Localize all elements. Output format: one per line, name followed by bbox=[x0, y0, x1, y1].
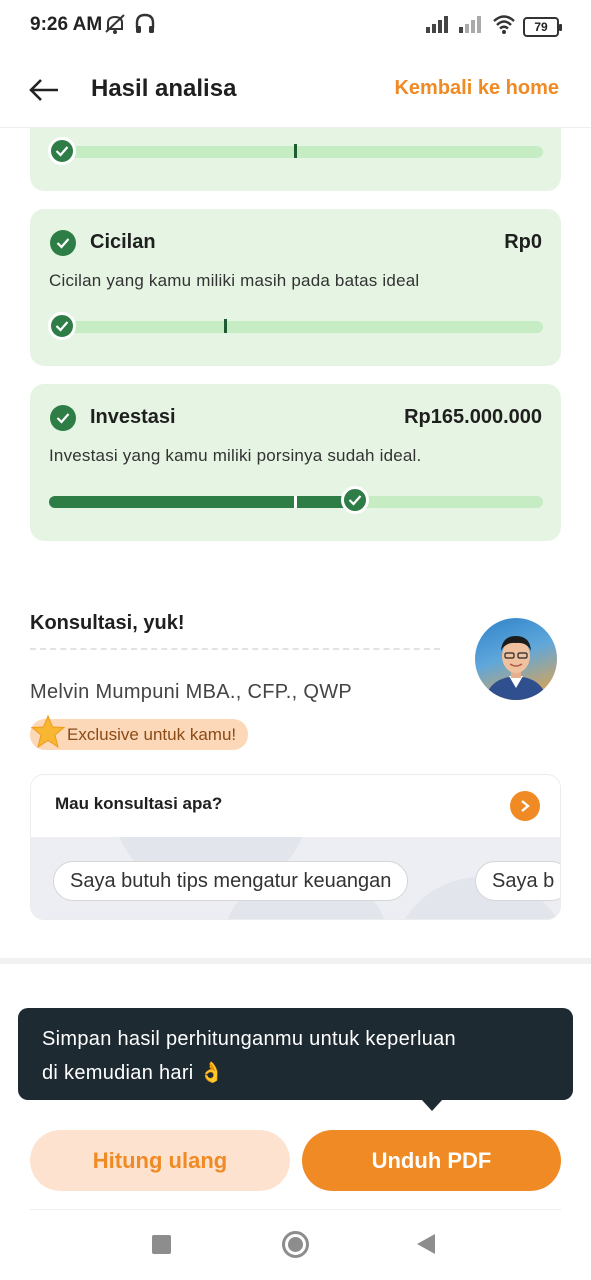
check-icon bbox=[48, 137, 76, 165]
card-amount: Rp165.000.000 bbox=[404, 406, 542, 428]
home-icon[interactable] bbox=[282, 1231, 309, 1258]
signal-icon bbox=[426, 15, 452, 38]
card-description: Investasi yang kamu miliki porsinya suda… bbox=[49, 446, 422, 465]
wifi-icon bbox=[492, 14, 516, 39]
progress-track bbox=[49, 319, 543, 333]
ideal-marker bbox=[294, 496, 297, 508]
bottom-divider bbox=[30, 1209, 561, 1210]
tooltip-line-2: di kemudian hari 👌 bbox=[42, 1062, 225, 1084]
card-title: Investasi bbox=[90, 406, 176, 428]
consult-question: Mau konsultasi apa? bbox=[55, 794, 223, 813]
section-divider bbox=[0, 958, 591, 964]
tooltip-line-1: Simpan hasil perhitunganmu untuk keperlu… bbox=[42, 1028, 456, 1050]
result-card-cicilan: Cicilan Rp0 Cicilan yang kamu miliki mas… bbox=[30, 209, 561, 366]
recalculate-button[interactable]: Hitung ulang bbox=[30, 1130, 290, 1191]
signal-icon-2 bbox=[459, 15, 485, 38]
card-amount: Rp0 bbox=[504, 231, 542, 253]
consult-chip-row: Saya butuh tips mengatur keuangan Saya b bbox=[31, 837, 560, 919]
result-card-partial bbox=[30, 128, 561, 191]
consult-question-row[interactable]: Mau konsultasi apa? bbox=[31, 775, 560, 837]
save-tooltip: Simpan hasil perhitunganmu untuk keperlu… bbox=[18, 1008, 573, 1100]
download-pdf-button[interactable]: Unduh PDF bbox=[302, 1130, 561, 1191]
arrow-left-icon bbox=[29, 79, 58, 101]
advisor-name: Melvin Mumpuni MBA., CFP., QWP bbox=[30, 681, 353, 703]
battery-icon: 79 bbox=[523, 16, 562, 37]
back-triangle-icon[interactable] bbox=[417, 1234, 435, 1254]
star-icon bbox=[30, 714, 66, 750]
card-title: Cicilan bbox=[90, 231, 156, 253]
headphone-icon bbox=[134, 12, 156, 41]
page-title: Hasil analisa bbox=[91, 75, 237, 102]
check-icon bbox=[50, 405, 76, 431]
app-header: Hasil analisa Kembali ke home bbox=[0, 52, 591, 128]
consult-go-button[interactable] bbox=[510, 791, 540, 821]
status-bar: 9:26 AM 79 bbox=[0, 0, 591, 52]
recents-icon[interactable] bbox=[152, 1235, 171, 1254]
progress-track bbox=[49, 496, 543, 508]
consult-topic-box: Mau konsultasi apa? Saya butuh tips meng… bbox=[30, 774, 561, 920]
chevron-right-icon bbox=[521, 800, 530, 812]
check-icon bbox=[50, 230, 76, 256]
mute-icon bbox=[104, 12, 126, 41]
consult-chip[interactable]: Saya b bbox=[475, 861, 560, 901]
check-icon bbox=[341, 486, 369, 514]
consult-chip[interactable]: Saya butuh tips mengatur keuangan bbox=[53, 861, 409, 901]
back-to-home-link[interactable]: Kembali ke home bbox=[394, 77, 559, 100]
card-description: Cicilan yang kamu miliki masih pada bata… bbox=[49, 271, 420, 290]
progress-track bbox=[49, 144, 543, 158]
progress-fill bbox=[49, 496, 355, 508]
check-icon bbox=[48, 312, 76, 340]
ideal-marker bbox=[294, 144, 297, 158]
consult-title: Konsultasi, yuk! bbox=[30, 612, 185, 634]
ideal-marker bbox=[224, 319, 227, 333]
back-button[interactable] bbox=[28, 74, 68, 106]
status-time: 9:26 AM bbox=[30, 14, 103, 35]
tooltip-arrow bbox=[421, 1099, 443, 1111]
system-nav-bar bbox=[0, 1220, 591, 1280]
dashed-divider bbox=[30, 648, 440, 650]
result-card-investasi: Investasi Rp165.000.000 Investasi yang k… bbox=[30, 384, 561, 541]
avatar bbox=[475, 618, 557, 700]
